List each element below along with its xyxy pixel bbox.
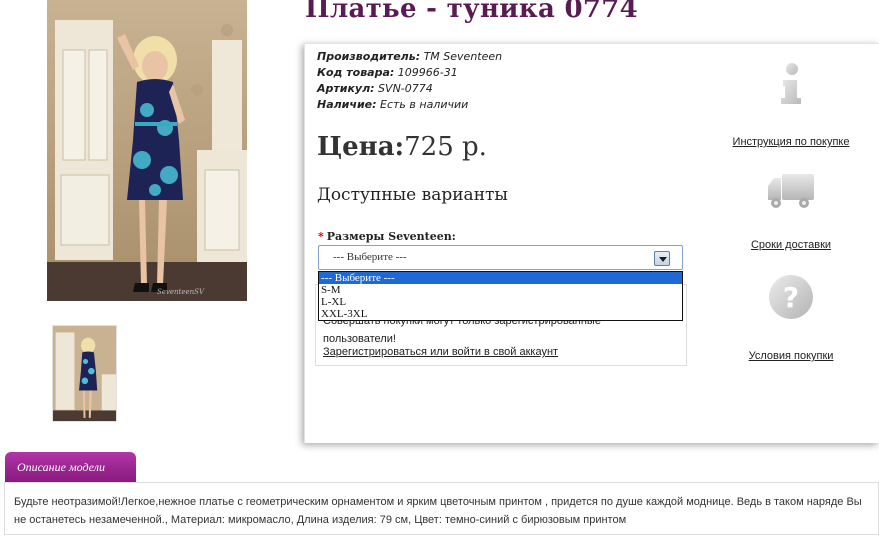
product-photo-image: SeventeenSV (47, 0, 247, 301)
spec-product-code: Код товара: 109966-31 (317, 66, 458, 79)
product-thumbnail[interactable] (52, 325, 117, 422)
chevron-down-icon[interactable] (654, 251, 670, 266)
truck-icon (768, 174, 814, 208)
login-register-link[interactable]: Зарегистрироваться или войти в свой акка… (323, 346, 558, 358)
size-options-dropdown[interactable]: --- Выберите --- S-M L-XL XXL-3XL (318, 271, 683, 321)
thumbnail-image (53, 326, 116, 421)
size-select[interactable]: --- Выберите --- (318, 245, 683, 270)
description-box: Будьте неотразимой!Легкое,нежное платье … (4, 482, 879, 535)
required-mark: * (318, 230, 324, 243)
size-label: * Размеры Seventeen: (318, 230, 456, 243)
description-text: Будьте неотразимой!Легкое,нежное платье … (14, 496, 862, 526)
spec-manufacturer: Производитель: ТМ Seventeen (317, 50, 503, 63)
sidebar-delivery-link[interactable]: Сроки доставки (711, 239, 871, 251)
product-title: Платье - туника 0774 (305, 0, 639, 24)
sidebar-instructions-link[interactable]: Инструкция по покупке (711, 136, 871, 148)
info-icon (781, 63, 801, 104)
tab-model-description[interactable]: Описание модели (5, 452, 136, 483)
size-option-xxl-3xl[interactable]: XXL-3XL (319, 308, 682, 320)
product-main-photo[interactable]: SeventeenSV (47, 0, 247, 301)
sidebar-instructions[interactable]: Инструкция по покупке (711, 62, 871, 148)
product-info-panel: Производитель: ТМ Seventeen Код товара: … (304, 43, 879, 443)
size-option-s-m[interactable]: S-M (319, 284, 682, 296)
product-price: Цена:725 р. (317, 132, 487, 162)
sidebar-terms-link[interactable]: Условия покупки (711, 350, 871, 362)
photo-watermark: SeventeenSV (157, 288, 205, 296)
product-specs: Производитель: ТМ Seventeen Код товара: … (317, 49, 502, 113)
svg-text:?: ? (783, 281, 799, 314)
sidebar-terms[interactable]: ? Условия покупки (711, 274, 871, 362)
spec-article: Артикул: SVN-0774 (317, 82, 433, 95)
question-icon: ? (769, 275, 813, 319)
size-option-l-xl[interactable]: L-XL (319, 296, 682, 308)
spec-availability: Наличие: Есть в наличии (317, 98, 469, 111)
variants-heading: Доступные варианты (317, 185, 508, 205)
sidebar-delivery[interactable]: Сроки доставки (711, 172, 871, 251)
size-select-value: --- Выберите --- (333, 251, 407, 263)
size-option-placeholder[interactable]: --- Выберите --- (319, 272, 682, 284)
